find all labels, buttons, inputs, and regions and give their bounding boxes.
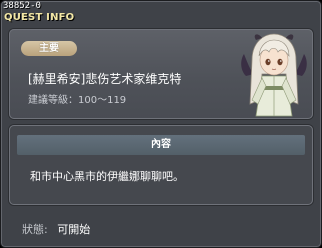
content-header: 內容 [17,135,305,155]
recommended-level: 建議等級：100～119 [28,95,127,106]
quest-info-window: 38852-0 QUEST INFO 主要 [赫里希安]悲伤艺术家维克特 建議等… [0,0,322,248]
quest-type-badge: 主要 [21,41,77,56]
quest-id: 38852-0 [3,1,41,11]
window-title: QUEST INFO [4,12,75,23]
npc-portrait-icon [241,33,307,117]
status-value: 可開始 [57,223,91,236]
quest-status: 狀態: 可開始 [22,221,90,237]
quest-name: [赫里希安]悲伤艺术家维克特 [28,72,182,86]
quest-content-panel: 內容 和市中心黑市的伊繼娜聊聊吧。 [9,125,313,205]
quest-summary-panel: 主要 [赫里希安]悲伤艺术家维克特 建議等級：100～119 [9,29,313,119]
content-text: 和市中心黑市的伊繼娜聊聊吧。 [30,170,184,183]
status-label: 狀態: [22,223,48,236]
